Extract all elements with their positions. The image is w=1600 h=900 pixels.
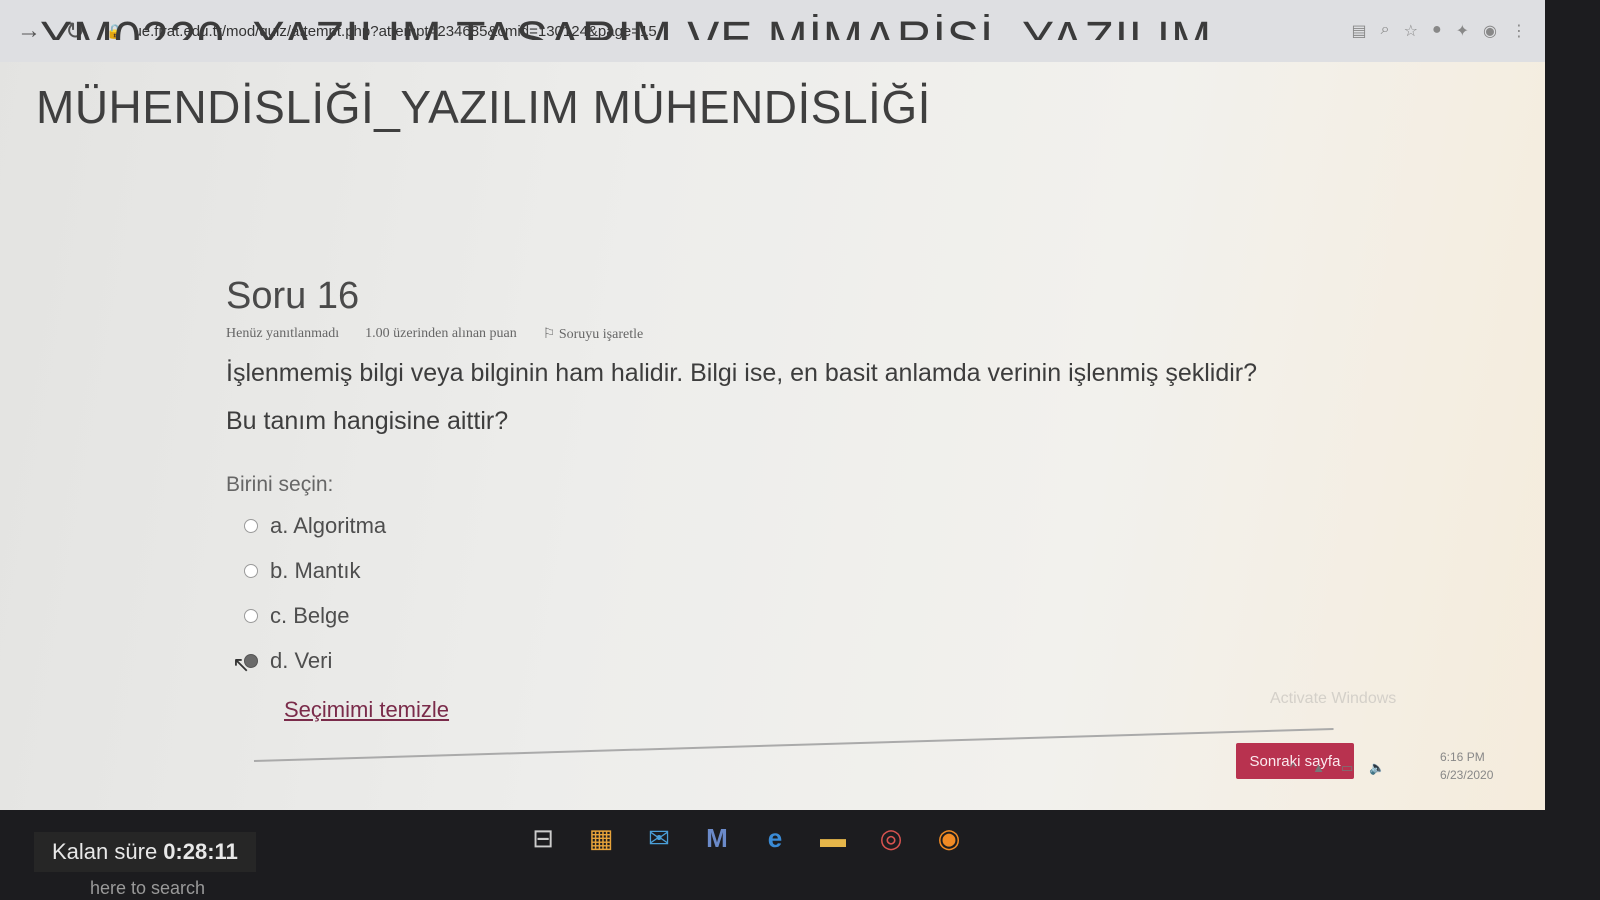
timer-value: 0:28:11 — [163, 839, 238, 864]
clock-date: 6/23/2020 — [1440, 768, 1494, 782]
mouse-cursor-icon: ↖ — [232, 651, 251, 677]
option-b[interactable]: b. Mantık — [226, 548, 1346, 593]
option-c[interactable]: c. Belge — [226, 593, 1346, 638]
option-d-label: d. Veri — [270, 647, 333, 673]
windows-search-box[interactable]: here to search — [90, 878, 205, 899]
menu-kebab-icon[interactable]: ⋮ — [1511, 21, 1527, 41]
option-c-radio[interactable] — [244, 608, 258, 623]
clock-time: 6:16 PM — [1440, 750, 1485, 764]
chrome-icon[interactable]: ◎ — [873, 820, 909, 856]
divider — [253, 727, 1334, 762]
question-block: Soru 16 Henüz yanıtlanmadı 1.00 üzerinde… — [226, 275, 1346, 723]
volume-icon[interactable]: 🔈 — [1369, 760, 1385, 776]
translate-icon[interactable]: ▤ — [1352, 21, 1367, 41]
clear-selection-link[interactable]: Seçimimi temizle — [284, 697, 1346, 723]
flag-question-link[interactable]: ⚐ Soruyu işaretle — [543, 326, 643, 343]
chevron-up-icon[interactable]: ^ — [1290, 760, 1296, 776]
blender-icon[interactable]: ◉ — [931, 820, 967, 856]
course-title: MÜHENDİSLİĞİ_YAZILIM MÜHENDİSLİĞİ — [36, 81, 931, 133]
system-clock[interactable]: 6:16 PM 6/23/2020 — [1440, 748, 1493, 784]
option-a[interactable]: a. Algoritma — [226, 503, 1346, 548]
file-explorer-icon[interactable]: ▬ — [815, 820, 851, 856]
zoom-icon[interactable]: ⌕ — [1381, 21, 1390, 41]
option-a-label: a. Algoritma — [270, 512, 387, 538]
question-points: 1.00 üzerinden alınan puan — [365, 326, 517, 341]
battery-icon[interactable]: ▭ — [1341, 760, 1353, 776]
timer-label: Kalan süre — [52, 839, 158, 864]
pin-icon[interactable]: ✦ — [1456, 21, 1469, 41]
time-remaining: Kalan süre 0:28:11 — [34, 832, 256, 872]
star-icon[interactable]: ☆ — [1404, 21, 1418, 41]
question-meta: Henüz yanıtlanmadı 1.00 üzerinden alınan… — [226, 326, 1346, 343]
answer-options: a. Algoritma b. Mantık c. Belge ↖ d. Ver… — [226, 503, 1346, 683]
question-text-line1: İşlenmemiş bilgi veya bilginin ham halid… — [226, 359, 1258, 387]
mail-icon[interactable]: ✉ — [641, 820, 677, 856]
activate-windows-watermark: Activate Windows — [1270, 690, 1397, 707]
question-text: İşlenmemiş bilgi veya bilginin ham halid… — [226, 349, 1346, 445]
m-app-icon[interactable]: M — [699, 820, 735, 856]
task-view-icon[interactable]: ⊟ — [525, 820, 561, 856]
flag-icon: ⚐ — [542, 327, 559, 342]
option-c-label: c. Belge — [270, 602, 350, 628]
edge-browser-icon[interactable]: e — [757, 820, 793, 856]
choose-label: Birini seçin: — [226, 473, 334, 496]
question-status: Henüz yanıtlanmadı — [226, 326, 340, 341]
option-d[interactable]: ↖ d. Veri — [226, 638, 1346, 683]
option-b-label: b. Mantık — [270, 557, 361, 583]
question-number: Soru 16 — [226, 275, 360, 317]
taskbar: ⊟ ▦ ✉ M e ▬ ◎ ◉ — [505, 808, 985, 868]
store-icon[interactable]: ▦ — [583, 820, 619, 856]
network-icon[interactable]: ▲ — [1312, 760, 1325, 776]
question-text-line2: Bu tanım hangisine aittir? — [226, 407, 509, 435]
extension-icon[interactable]: ● — [1432, 21, 1442, 41]
option-a-radio[interactable] — [244, 518, 258, 533]
course-title-top-fragment: YM0220_YAZILIM TASARIM VE MİMARİSİ_YAZIL… — [40, 14, 1212, 40]
monitor-screen: → ↻ 🔒 ue.firat.edu.tr/mod/quiz/attempt.p… — [0, 0, 1545, 810]
profile-avatar-icon[interactable]: ◉ — [1483, 21, 1497, 41]
option-b-radio[interactable] — [244, 563, 258, 578]
system-tray: ^ ▲ ▭ 🔈 — [1290, 760, 1385, 776]
browser-extension-icons: ▤ ⌕ ☆ ● ✦ ◉ ⋮ — [1352, 21, 1527, 41]
